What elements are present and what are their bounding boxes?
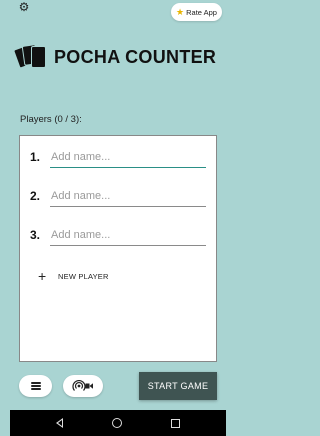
new-player-label: NEW PLAYER bbox=[58, 271, 109, 281]
new-player-button[interactable]: + NEW PLAYER bbox=[38, 269, 109, 283]
start-game-button[interactable]: START GAME bbox=[139, 372, 217, 400]
player-name-input-3[interactable] bbox=[50, 226, 206, 246]
player-row-3: 3. bbox=[30, 224, 206, 246]
top-bar: ⚙ ★ Rate App bbox=[0, 0, 236, 22]
player-row-2: 2. bbox=[30, 185, 206, 207]
back-icon[interactable] bbox=[56, 418, 64, 428]
player-row-1: 1. bbox=[30, 146, 206, 168]
player-number: 2. bbox=[30, 189, 41, 203]
menu-icon bbox=[30, 382, 41, 390]
cast-button[interactable] bbox=[63, 375, 103, 397]
android-nav-bar bbox=[10, 410, 226, 436]
players-count-label: Players (0 / 3): bbox=[20, 114, 82, 125]
menu-button[interactable] bbox=[19, 375, 52, 397]
rate-app-button[interactable]: ★ Rate App bbox=[171, 3, 222, 21]
app-header: POCHA COUNTER bbox=[13, 42, 217, 72]
cards-icon bbox=[13, 43, 47, 71]
player-number: 1. bbox=[30, 150, 41, 164]
cast-broadcast-icon bbox=[72, 380, 93, 391]
player-number: 3. bbox=[30, 228, 41, 242]
rate-app-label: Rate App bbox=[186, 7, 217, 17]
player-name-input-1[interactable] bbox=[50, 148, 206, 168]
player-name-input-2[interactable] bbox=[50, 187, 206, 207]
star-icon: ★ bbox=[176, 6, 185, 17]
plus-icon: + bbox=[38, 268, 47, 284]
players-panel: 1. 2. 3. + NEW PLAYER bbox=[19, 135, 217, 362]
home-icon[interactable] bbox=[111, 418, 122, 428]
app-title: POCHA COUNTER bbox=[54, 46, 217, 67]
recent-apps-icon[interactable] bbox=[170, 418, 180, 428]
gear-icon[interactable]: ⚙ bbox=[15, 0, 33, 14]
